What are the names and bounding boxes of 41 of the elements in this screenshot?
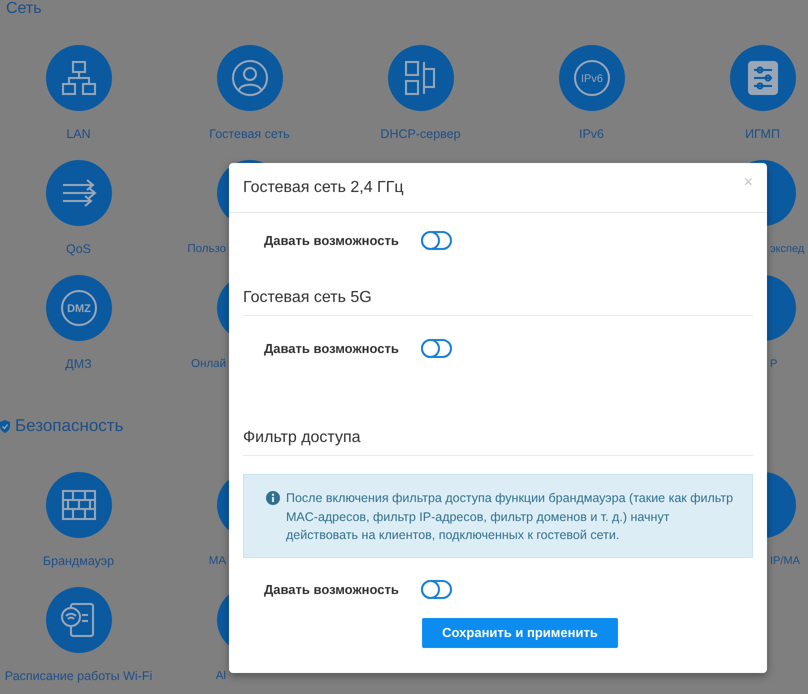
feature-label[interactable]: Пользо	[187, 241, 226, 257]
toggle-switch[interactable]	[421, 338, 452, 358]
feature-label[interactable]: Расписание работы Wi-Fi	[4, 668, 152, 684]
toggle-switch[interactable]	[421, 230, 452, 250]
close-button[interactable]: ×	[744, 174, 753, 192]
feature-label[interactable]: экспед	[770, 241, 804, 257]
feature-label[interactable]: ДМЗ	[65, 356, 92, 372]
info-icon	[266, 491, 280, 505]
section-title: Безопасность	[15, 415, 124, 437]
ipv6-icon[interactable]: IPv6	[558, 45, 624, 111]
wifi-document-icon[interactable]	[46, 587, 112, 653]
feature-label[interactable]: Онлай	[191, 356, 226, 372]
section-title: Сеть	[6, 0, 42, 18]
toggle-label: Давать возможность	[263, 582, 400, 597]
brick-wall-icon[interactable]	[46, 472, 112, 538]
feature-label[interactable]: P	[770, 356, 778, 372]
feature-label[interactable]: Гостевая сеть	[209, 126, 290, 142]
save-apply-button[interactable]: Сохранить и применить	[422, 618, 618, 648]
feature-label[interactable]: ИГМП	[745, 126, 780, 142]
settings-sliders-icon[interactable]	[730, 45, 796, 111]
feature-label[interactable]: IPv6	[578, 126, 604, 142]
feature-label[interactable]: QoS	[66, 241, 91, 257]
section-heading: Фильтр доступа	[243, 426, 753, 456]
feature-label[interactable]: Al	[216, 668, 226, 684]
toggle-switch[interactable]	[421, 580, 452, 599]
network-icon[interactable]	[46, 45, 112, 111]
server-icon[interactable]	[388, 45, 454, 111]
feature-label[interactable]: DHCP-сервер	[380, 126, 461, 142]
toggle-label: Давать возможность	[263, 340, 400, 356]
shield-icon	[0, 420, 10, 432]
feature-label[interactable]: МА	[208, 553, 226, 569]
dialog-title: Гостевая сеть 2,4 ГГц	[243, 178, 404, 196]
feature-label[interactable]: LAN	[66, 126, 91, 142]
section-heading: Гостевая сеть 5G	[243, 286, 753, 316]
info-text: После включения фильтра доступа функции брандмауэра (такие как фильтр MAC-адресов, фильтр IP-адресов, фильтр доменов и т. д.) начнут действовать на клиентов, подключенных к гостевой сети.	[286, 490, 734, 544]
toggle-label: Давать возможность	[263, 232, 400, 248]
arrows-icon[interactable]	[46, 160, 112, 226]
feature-label[interactable]: Брандмауэр	[42, 553, 114, 569]
dmz-icon[interactable]: DMZ	[46, 275, 112, 341]
user-icon[interactable]	[216, 45, 282, 111]
feature-label[interactable]: IP/MA	[770, 553, 800, 569]
